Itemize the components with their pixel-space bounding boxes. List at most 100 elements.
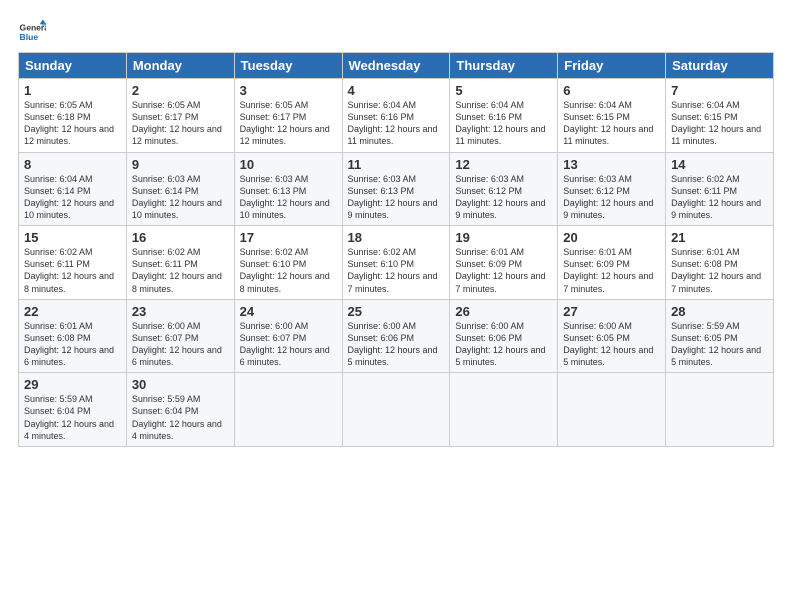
day-info: Sunrise: 6:04 AMSunset: 6:14 PMDaylight:… <box>24 173 121 222</box>
day-number: 27 <box>563 304 660 319</box>
day-number: 5 <box>455 83 552 98</box>
day-number: 18 <box>348 230 445 245</box>
calendar-table: SundayMondayTuesdayWednesdayThursdayFrid… <box>18 52 774 447</box>
main-container: General Blue SundayMondayTuesdayWednesda… <box>0 0 792 457</box>
day-info: Sunrise: 5:59 AMSunset: 6:05 PMDaylight:… <box>671 320 768 369</box>
day-cell: 24Sunrise: 6:00 AMSunset: 6:07 PMDayligh… <box>234 299 342 373</box>
day-info: Sunrise: 6:03 AMSunset: 6:12 PMDaylight:… <box>455 173 552 222</box>
day-info: Sunrise: 6:05 AMSunset: 6:17 PMDaylight:… <box>132 99 229 148</box>
day-cell: 12Sunrise: 6:03 AMSunset: 6:12 PMDayligh… <box>450 152 558 226</box>
day-cell <box>342 373 450 447</box>
day-cell: 6Sunrise: 6:04 AMSunset: 6:15 PMDaylight… <box>558 79 666 153</box>
day-cell: 5Sunrise: 6:04 AMSunset: 6:16 PMDaylight… <box>450 79 558 153</box>
day-number: 16 <box>132 230 229 245</box>
day-info: Sunrise: 6:04 AMSunset: 6:16 PMDaylight:… <box>455 99 552 148</box>
day-number: 26 <box>455 304 552 319</box>
day-number: 1 <box>24 83 121 98</box>
day-cell: 8Sunrise: 6:04 AMSunset: 6:14 PMDaylight… <box>19 152 127 226</box>
day-number: 12 <box>455 157 552 172</box>
day-info: Sunrise: 6:01 AMSunset: 6:08 PMDaylight:… <box>671 246 768 295</box>
day-info: Sunrise: 6:02 AMSunset: 6:11 PMDaylight:… <box>671 173 768 222</box>
week-row-2: 8Sunrise: 6:04 AMSunset: 6:14 PMDaylight… <box>19 152 774 226</box>
day-info: Sunrise: 6:04 AMSunset: 6:15 PMDaylight:… <box>563 99 660 148</box>
day-info: Sunrise: 6:02 AMSunset: 6:11 PMDaylight:… <box>24 246 121 295</box>
day-cell: 10Sunrise: 6:03 AMSunset: 6:13 PMDayligh… <box>234 152 342 226</box>
day-cell: 3Sunrise: 6:05 AMSunset: 6:17 PMDaylight… <box>234 79 342 153</box>
day-number: 24 <box>240 304 337 319</box>
day-number: 22 <box>24 304 121 319</box>
day-cell: 15Sunrise: 6:02 AMSunset: 6:11 PMDayligh… <box>19 226 127 300</box>
week-row-5: 29Sunrise: 5:59 AMSunset: 6:04 PMDayligh… <box>19 373 774 447</box>
day-number: 14 <box>671 157 768 172</box>
day-info: Sunrise: 6:03 AMSunset: 6:13 PMDaylight:… <box>240 173 337 222</box>
day-number: 25 <box>348 304 445 319</box>
svg-text:Blue: Blue <box>20 32 39 42</box>
day-number: 2 <box>132 83 229 98</box>
day-header-saturday: Saturday <box>666 53 774 79</box>
day-info: Sunrise: 6:05 AMSunset: 6:18 PMDaylight:… <box>24 99 121 148</box>
day-cell: 28Sunrise: 5:59 AMSunset: 6:05 PMDayligh… <box>666 299 774 373</box>
day-number: 20 <box>563 230 660 245</box>
day-cell: 7Sunrise: 6:04 AMSunset: 6:15 PMDaylight… <box>666 79 774 153</box>
day-header-tuesday: Tuesday <box>234 53 342 79</box>
day-info: Sunrise: 5:59 AMSunset: 6:04 PMDaylight:… <box>24 393 121 442</box>
logo: General Blue <box>18 18 50 46</box>
day-cell: 14Sunrise: 6:02 AMSunset: 6:11 PMDayligh… <box>666 152 774 226</box>
day-info: Sunrise: 6:01 AMSunset: 6:09 PMDaylight:… <box>563 246 660 295</box>
day-header-sunday: Sunday <box>19 53 127 79</box>
day-cell: 18Sunrise: 6:02 AMSunset: 6:10 PMDayligh… <box>342 226 450 300</box>
day-info: Sunrise: 6:03 AMSunset: 6:12 PMDaylight:… <box>563 173 660 222</box>
day-number: 19 <box>455 230 552 245</box>
day-number: 17 <box>240 230 337 245</box>
day-cell: 30Sunrise: 5:59 AMSunset: 6:04 PMDayligh… <box>126 373 234 447</box>
day-number: 6 <box>563 83 660 98</box>
day-number: 4 <box>348 83 445 98</box>
day-header-wednesday: Wednesday <box>342 53 450 79</box>
day-info: Sunrise: 6:01 AMSunset: 6:08 PMDaylight:… <box>24 320 121 369</box>
day-number: 28 <box>671 304 768 319</box>
day-info: Sunrise: 6:03 AMSunset: 6:13 PMDaylight:… <box>348 173 445 222</box>
day-header-thursday: Thursday <box>450 53 558 79</box>
day-info: Sunrise: 6:00 AMSunset: 6:06 PMDaylight:… <box>455 320 552 369</box>
day-info: Sunrise: 6:04 AMSunset: 6:15 PMDaylight:… <box>671 99 768 148</box>
day-info: Sunrise: 6:00 AMSunset: 6:07 PMDaylight:… <box>240 320 337 369</box>
day-cell <box>666 373 774 447</box>
day-header-friday: Friday <box>558 53 666 79</box>
day-number: 11 <box>348 157 445 172</box>
day-cell: 4Sunrise: 6:04 AMSunset: 6:16 PMDaylight… <box>342 79 450 153</box>
day-info: Sunrise: 6:02 AMSunset: 6:10 PMDaylight:… <box>348 246 445 295</box>
day-cell <box>450 373 558 447</box>
logo-icon: General Blue <box>18 18 46 46</box>
day-info: Sunrise: 6:05 AMSunset: 6:17 PMDaylight:… <box>240 99 337 148</box>
day-cell: 29Sunrise: 5:59 AMSunset: 6:04 PMDayligh… <box>19 373 127 447</box>
day-cell: 13Sunrise: 6:03 AMSunset: 6:12 PMDayligh… <box>558 152 666 226</box>
day-cell: 19Sunrise: 6:01 AMSunset: 6:09 PMDayligh… <box>450 226 558 300</box>
week-row-4: 22Sunrise: 6:01 AMSunset: 6:08 PMDayligh… <box>19 299 774 373</box>
day-info: Sunrise: 6:00 AMSunset: 6:07 PMDaylight:… <box>132 320 229 369</box>
day-cell: 16Sunrise: 6:02 AMSunset: 6:11 PMDayligh… <box>126 226 234 300</box>
day-number: 7 <box>671 83 768 98</box>
day-info: Sunrise: 6:00 AMSunset: 6:05 PMDaylight:… <box>563 320 660 369</box>
day-cell: 22Sunrise: 6:01 AMSunset: 6:08 PMDayligh… <box>19 299 127 373</box>
week-row-1: 1Sunrise: 6:05 AMSunset: 6:18 PMDaylight… <box>19 79 774 153</box>
day-info: Sunrise: 6:01 AMSunset: 6:09 PMDaylight:… <box>455 246 552 295</box>
day-number: 23 <box>132 304 229 319</box>
day-number: 29 <box>24 377 121 392</box>
day-info: Sunrise: 6:00 AMSunset: 6:06 PMDaylight:… <box>348 320 445 369</box>
day-info: Sunrise: 6:02 AMSunset: 6:11 PMDaylight:… <box>132 246 229 295</box>
week-row-3: 15Sunrise: 6:02 AMSunset: 6:11 PMDayligh… <box>19 226 774 300</box>
day-cell: 25Sunrise: 6:00 AMSunset: 6:06 PMDayligh… <box>342 299 450 373</box>
day-cell: 9Sunrise: 6:03 AMSunset: 6:14 PMDaylight… <box>126 152 234 226</box>
day-number: 21 <box>671 230 768 245</box>
day-cell: 21Sunrise: 6:01 AMSunset: 6:08 PMDayligh… <box>666 226 774 300</box>
day-number: 10 <box>240 157 337 172</box>
day-cell <box>558 373 666 447</box>
header-row: General Blue <box>18 18 774 46</box>
day-number: 15 <box>24 230 121 245</box>
day-cell: 27Sunrise: 6:00 AMSunset: 6:05 PMDayligh… <box>558 299 666 373</box>
day-cell: 11Sunrise: 6:03 AMSunset: 6:13 PMDayligh… <box>342 152 450 226</box>
day-info: Sunrise: 6:03 AMSunset: 6:14 PMDaylight:… <box>132 173 229 222</box>
day-cell: 23Sunrise: 6:00 AMSunset: 6:07 PMDayligh… <box>126 299 234 373</box>
day-cell: 20Sunrise: 6:01 AMSunset: 6:09 PMDayligh… <box>558 226 666 300</box>
day-info: Sunrise: 6:04 AMSunset: 6:16 PMDaylight:… <box>348 99 445 148</box>
